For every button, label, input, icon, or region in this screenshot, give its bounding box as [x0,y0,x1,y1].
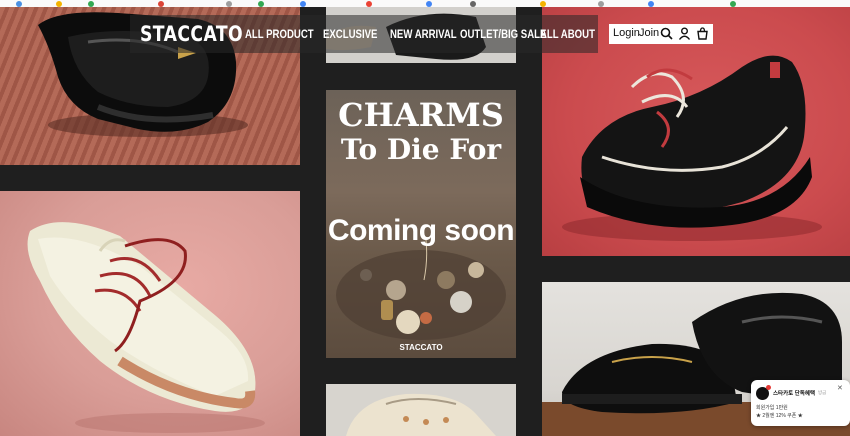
chat-message-line2: ★ 2월엔 12% 쿠폰 ★ [756,413,803,419]
cream-loafer-illustration [346,393,496,436]
close-icon[interactable]: ✕ [837,384,843,392]
coming-soon-text: Coming soon [327,214,515,247]
search-icon[interactable] [660,27,673,40]
product-image-cream-sneaker[interactable] [0,191,300,436]
user-utility-menu: Login Join [609,24,713,44]
browser-bookmark-strip [0,0,850,7]
site-logo[interactable]: STACCATO [140,22,243,46]
nav-exclusive[interactable]: EXCLUSIVE [323,27,377,41]
unread-badge [766,385,771,390]
nav-new-arrival[interactable]: NEW ARRIVAL [390,27,457,41]
nav-outlet-big-sale[interactable]: OUTLET/BIG SALE [460,27,546,41]
promo-title-line1: CHARMS [338,96,504,134]
cart-icon[interactable] [696,27,709,40]
promo-brand-logo: STACCATO [399,343,443,352]
login-link[interactable]: Login [613,27,640,39]
chat-sender-name: 스타카토 단독혜택 [773,391,816,397]
user-icon[interactable] [678,27,691,40]
product-image-center-bottom[interactable] [326,384,516,436]
promo-title-line2: To Die For [340,133,502,166]
sneaker-illustration [27,222,265,433]
nav-all-product[interactable]: ALL PRODUCT [245,27,314,41]
chat-message-line1: 회원가입 1만원 [756,405,788,411]
nav-all-about[interactable]: ALL ABOUT [540,27,595,41]
join-link[interactable]: Join [639,27,659,39]
chat-time: 방금 [818,390,827,395]
bookmark-icon[interactable] [300,1,306,7]
chat-notification-popup[interactable]: 스타카토 단독혜택 방금 ✕ 회원가입 1만원 ★ 2월엔 12% 쿠폰 ★ [751,380,850,426]
